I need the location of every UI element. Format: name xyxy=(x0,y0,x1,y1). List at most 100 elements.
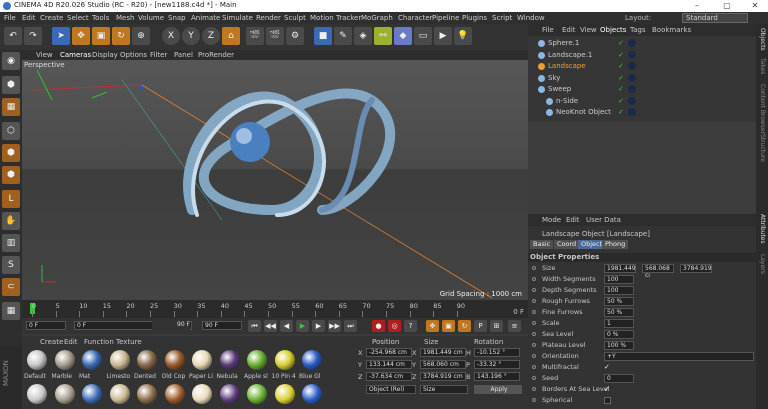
deformer-icon[interactable]: ◆ xyxy=(394,27,412,45)
menu-mograph[interactable]: MoGraph xyxy=(361,14,393,22)
start-frame-field[interactable]: 0 F xyxy=(26,321,66,330)
mat-menu-function[interactable]: Function xyxy=(84,338,114,346)
coord-size-field[interactable]: 568.060 cm xyxy=(420,360,466,369)
record-icon[interactable]: ● xyxy=(372,320,385,332)
attr-menu-edit[interactable]: Edit xyxy=(566,216,580,224)
material-swatch[interactable] xyxy=(82,350,102,370)
points-mode-icon[interactable]: ⬡ xyxy=(2,122,20,140)
coord-position-field[interactable]: 133.144 cm xyxy=(366,360,412,369)
material-swatch[interactable] xyxy=(54,384,75,404)
undo-icon[interactable]: ↶ xyxy=(4,27,22,45)
material-swatch[interactable] xyxy=(192,350,212,370)
material-swatch[interactable] xyxy=(164,384,185,404)
magnet-icon[interactable]: ⊂ xyxy=(2,278,20,296)
object-manager-tab-view[interactable]: View xyxy=(580,26,597,34)
property-field[interactable]: 100 xyxy=(604,275,634,284)
timeline-window-icon[interactable]: ≡ xyxy=(508,320,521,332)
play-icon[interactable]: ▶ xyxy=(296,320,309,332)
viewport-menu-cameras[interactable]: Cameras xyxy=(60,51,91,59)
snap-icon[interactable]: S xyxy=(2,256,20,274)
visibility-check-icon[interactable]: ✓ xyxy=(618,108,624,116)
next-key-icon[interactable]: ▶▶ xyxy=(328,320,341,332)
material-swatch[interactable] xyxy=(302,350,322,370)
layout-select[interactable]: Standard xyxy=(682,13,748,23)
material-swatch[interactable] xyxy=(247,350,267,370)
goto-start-icon[interactable]: ⏮ xyxy=(248,320,261,332)
side-tab-layers[interactable]: Layers xyxy=(759,254,766,274)
object-list-item[interactable]: Sphere.1 ✓ xyxy=(528,38,756,49)
coord-rotation-field[interactable]: -33.32 ° xyxy=(474,360,520,369)
render-picture-viewer-icon[interactable]: 🎬 xyxy=(266,27,284,45)
edges-mode-icon[interactable]: ⬢ xyxy=(2,144,20,162)
menu-select[interactable]: Select xyxy=(67,14,89,22)
menu-tools[interactable]: Tools xyxy=(92,14,109,22)
keyframe-dot-icon[interactable] xyxy=(532,376,536,380)
menu-simulate[interactable]: Simulate xyxy=(222,14,253,22)
material-swatch[interactable] xyxy=(109,384,130,404)
keyframe-dot-icon[interactable] xyxy=(532,354,536,358)
x-axis-button[interactable]: X xyxy=(162,27,180,45)
object-manager-tab-bookmarks[interactable]: Bookmarks xyxy=(652,26,691,34)
visibility-check-icon[interactable]: ✓ xyxy=(618,62,624,70)
property-field[interactable]: 0 % xyxy=(604,330,634,339)
property-field[interactable]: 1 xyxy=(604,319,634,328)
visibility-check-icon[interactable]: ✓ xyxy=(618,85,624,93)
menu-script[interactable]: Script xyxy=(492,14,512,22)
keyframe-dot-icon[interactable] xyxy=(532,299,536,303)
key-scale-icon[interactable]: ▣ xyxy=(442,320,455,332)
texture-mode-icon[interactable]: ▦ xyxy=(2,98,20,116)
material-swatch[interactable] xyxy=(137,350,157,370)
property-field[interactable]: 3784.919 xyxy=(680,264,712,273)
model-mode-icon[interactable]: ⬢ xyxy=(2,76,20,94)
attribute-tab-coord[interactable]: Coord xyxy=(554,240,580,249)
side-tab-structure[interactable]: Structure xyxy=(759,134,766,162)
visibility-check-icon[interactable]: ✓ xyxy=(618,97,624,105)
material-swatch[interactable] xyxy=(54,350,75,370)
minimize-button[interactable]: – xyxy=(686,0,708,12)
object-list-item[interactable]: Sky ✓ xyxy=(528,73,756,84)
coord-rotation-field[interactable]: 143.196 ° xyxy=(474,372,520,381)
property-checkbox[interactable]: ✓ xyxy=(604,385,610,393)
object-manager-tab-tags[interactable]: Tags xyxy=(630,26,646,34)
keyframe-dot-icon[interactable] xyxy=(532,398,536,402)
viewport-menu-view[interactable]: View xyxy=(36,51,53,59)
key-parameter-icon[interactable]: P xyxy=(474,320,487,332)
render-view-icon[interactable]: 🎬 xyxy=(246,27,264,45)
viewport-menu-prorender[interactable]: ProRender xyxy=(198,51,234,59)
render-settings-icon[interactable]: ⚙ xyxy=(286,27,304,45)
subdivision-icon[interactable]: ◈ xyxy=(354,27,372,45)
mat-menu-create[interactable]: Create xyxy=(40,338,63,346)
keyframe-dot-icon[interactable] xyxy=(532,266,536,270)
timeline[interactable]: 0 F 0 5 10 15 20 25 30 35 40 45 50 55 60 65 70 75 80 85 90 xyxy=(22,300,528,318)
object-manager-tab-objects[interactable]: Objects xyxy=(600,26,626,34)
select-icon[interactable]: ➤ xyxy=(52,27,70,45)
property-field[interactable]: 50 % xyxy=(604,308,634,317)
camera-icon[interactable]: ▶ xyxy=(434,27,452,45)
move-icon[interactable]: ✥ xyxy=(72,27,90,45)
material-swatch[interactable] xyxy=(247,384,267,404)
apply-button[interactable]: Apply xyxy=(474,385,522,394)
coordinate-system-icon[interactable]: ⌂ xyxy=(222,27,240,45)
visibility-check-icon[interactable]: ✓ xyxy=(618,39,624,47)
visibility-check-icon[interactable]: ✓ xyxy=(618,74,624,82)
material-tag-icon[interactable] xyxy=(628,62,636,70)
goto-end-icon[interactable]: ⏭ xyxy=(344,320,357,332)
material-tag-icon[interactable] xyxy=(628,50,636,59)
property-field[interactable]: 1981.449 xyxy=(604,264,636,273)
cloner-icon[interactable]: ⚯ xyxy=(374,27,392,45)
workplane-icon[interactable]: ▥ xyxy=(2,234,20,252)
prev-key-icon[interactable]: ◀◀ xyxy=(264,320,277,332)
maximize-button[interactable]: ▢ xyxy=(716,0,738,12)
coord-rotation-field[interactable]: -10.152 ° xyxy=(474,348,520,357)
material-swatch[interactable] xyxy=(137,384,157,404)
material-swatch[interactable] xyxy=(109,350,130,370)
pen-icon[interactable]: ✎ xyxy=(334,27,352,45)
next-frame-icon[interactable]: ▶ xyxy=(312,320,325,332)
key-pla-icon[interactable]: ⊞ xyxy=(490,320,503,332)
autokey-icon[interactable]: ◎ xyxy=(388,320,401,332)
keyframe-dot-icon[interactable] xyxy=(532,387,536,391)
material-tag-icon[interactable] xyxy=(628,73,636,82)
material-tag-icon[interactable] xyxy=(628,39,636,47)
menu-plugins[interactable]: Plugins xyxy=(462,14,487,22)
side-tab-takes[interactable]: Takes xyxy=(759,58,766,74)
